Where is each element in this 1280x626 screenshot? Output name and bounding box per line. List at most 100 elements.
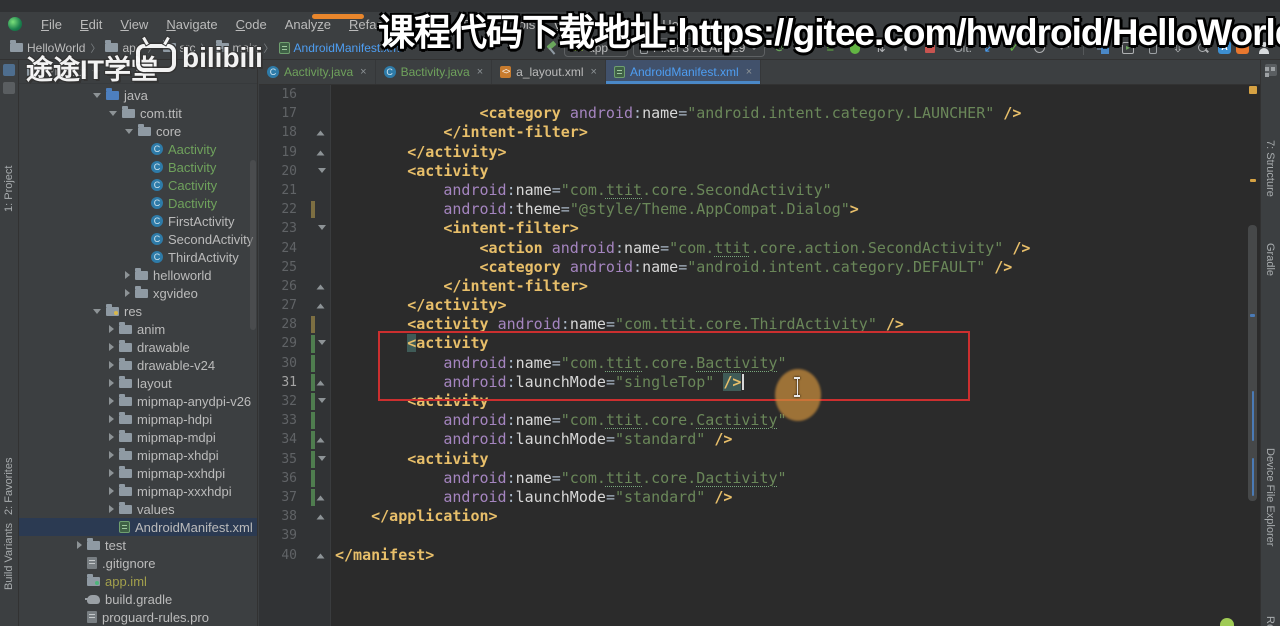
expand-arrow-icon[interactable] (109, 505, 114, 513)
tab-a-layout-xml[interactable]: a_layout.xml × (492, 60, 606, 84)
fold-marker-icon[interactable] (316, 150, 325, 156)
expand-arrow-icon[interactable] (109, 343, 114, 351)
tree-item-res[interactable]: res (19, 302, 257, 320)
menu-code[interactable]: Code (227, 15, 276, 34)
tool-window-button-device-file-explorer[interactable]: Device File Explorer (1264, 448, 1276, 573)
code-line-22[interactable]: 22 android:theme="@style/Theme.AppCompat… (259, 200, 1246, 219)
fold-marker-icon[interactable] (316, 380, 325, 386)
tree-item--gitignore[interactable]: .gitignore (19, 554, 257, 572)
tree-item-aactivity[interactable]: Aactivity (19, 140, 257, 158)
fold-marker-icon[interactable] (318, 398, 326, 403)
close-tab-icon[interactable]: × (746, 66, 752, 78)
code-line-30[interactable]: 30 android:name="com.ttit.core.Bactivity… (259, 354, 1246, 373)
code-editor[interactable]: 16 17 <category android:name="android.int… (259, 85, 1260, 626)
hide-panels-icon[interactable] (1265, 64, 1277, 77)
tree-item-mipmap-mdpi[interactable]: mipmap-mdpi (19, 428, 257, 446)
tree-item-com-ttit[interactable]: com.ttit (19, 104, 257, 122)
menu-navigate[interactable]: Navigate (157, 15, 226, 34)
code-line-31[interactable]: 31 android:launchMode="singleTop" /> (259, 372, 1246, 392)
expand-arrow-icon[interactable] (109, 451, 114, 459)
tree-item-mipmap-xhdpi[interactable]: mipmap-xhdpi (19, 446, 257, 464)
fold-marker-icon[interactable] (318, 340, 326, 346)
menu-file[interactable]: File (32, 15, 71, 34)
tree-item-drawable-v24[interactable]: drawable-v24 (19, 356, 257, 374)
tree-item-core[interactable]: core (19, 122, 257, 140)
project-tool-icon[interactable] (3, 64, 15, 76)
expand-arrow-icon[interactable] (109, 415, 114, 423)
expand-arrow-icon[interactable] (109, 325, 114, 333)
tree-item-build-gradle[interactable]: build.gradle (19, 590, 257, 608)
code-line-23[interactable]: 23 <intent-filter> (259, 219, 1246, 238)
code-line-33[interactable]: 33 android:name="com.ttit.core.Cactivity… (259, 411, 1246, 430)
expand-arrow-icon[interactable] (109, 110, 117, 116)
tool-window-button-build-variants[interactable]: Build Variants (3, 500, 15, 590)
tree-item-values[interactable]: values (19, 500, 257, 518)
fold-marker-icon[interactable] (318, 225, 326, 231)
code-line-19[interactable]: 19 </activity> (259, 143, 1246, 162)
code-line-34[interactable]: 34 android:launchMode="standard" /> (259, 430, 1246, 449)
tree-item-androidmanifest-xml[interactable]: AndroidManifest.xml (19, 518, 257, 536)
close-tab-icon[interactable]: × (591, 66, 597, 78)
code-line-26[interactable]: 26 </intent-filter> (259, 277, 1246, 296)
code-line-40[interactable]: 40 </manifest> (259, 546, 1246, 565)
tree-item-drawable[interactable]: drawable (19, 338, 257, 356)
tool-window-button-7-structure[interactable]: 7: Structure (1264, 140, 1276, 230)
editor-scrollbar[interactable] (1247, 85, 1259, 626)
tool-window-icon[interactable] (3, 82, 15, 94)
code-line-32[interactable]: 32 <activity (259, 392, 1246, 411)
tree-item-dactivity[interactable]: Dactivity (19, 194, 257, 212)
tab-bactivity-java[interactable]: Bactivity.java × (376, 60, 493, 84)
expand-arrow-icon[interactable] (125, 128, 133, 134)
code-line-35[interactable]: 35 <activity (259, 450, 1246, 469)
expand-arrow-icon[interactable] (109, 487, 114, 495)
expand-arrow-icon[interactable] (125, 271, 130, 279)
code-line-28[interactable]: 28 <activity android:name="com.ttit.core… (259, 315, 1246, 334)
fold-marker-icon[interactable] (318, 167, 326, 173)
code-line-27[interactable]: 27 </activity> (259, 296, 1246, 315)
expand-arrow-icon[interactable] (125, 289, 130, 297)
code-line-18[interactable]: 18 </intent-filter> (259, 123, 1246, 142)
tree-item-mipmap-anydpi-v26[interactable]: mipmap-anydpi-v26 (19, 392, 257, 410)
tab-aactivity-java[interactable]: Aactivity.java × (259, 60, 376, 84)
code-line-39[interactable]: 39 (259, 526, 1246, 545)
tool-window-button-resource-manager[interactable]: Resource Manager (1264, 616, 1276, 626)
code-line-36[interactable]: 36 android:name="com.ttit.core.Dactivity… (259, 469, 1246, 488)
tool-window-button-gradle[interactable]: Gradle (1264, 243, 1276, 303)
tool-window-button-1-project[interactable]: 1: Project (3, 142, 15, 212)
tree-item-firstactivity[interactable]: FirstActivity (19, 212, 257, 230)
tree-item-helloworld[interactable]: helloworld (19, 266, 257, 284)
project-scrollbar[interactable] (250, 160, 256, 330)
code-line-38[interactable]: 38 </application> (259, 507, 1246, 526)
tree-item-thirdactivity[interactable]: ThirdActivity (19, 248, 257, 266)
code-line-16[interactable]: 16 (259, 85, 1246, 104)
code-line-37[interactable]: 37 android:launchMode="standard" /> (259, 488, 1246, 507)
fold-marker-icon[interactable] (316, 284, 325, 290)
code-line-17[interactable]: 17 <category android:name="android.inten… (259, 104, 1246, 123)
code-area[interactable]: 16 17 <category android:name="android.int… (259, 85, 1246, 565)
expand-arrow-icon[interactable] (109, 469, 114, 477)
tree-item-proguard-rules-pro[interactable]: proguard-rules.pro (19, 608, 257, 626)
expand-arrow-icon[interactable] (77, 541, 82, 549)
tree-item-secondactivity[interactable]: SecondActivity (19, 230, 257, 248)
expand-arrow-icon[interactable] (109, 433, 114, 441)
fold-marker-icon[interactable] (316, 303, 325, 309)
code-line-20[interactable]: 20 <activity (259, 162, 1246, 181)
tool-window-button-layout-captures[interactable]: Layout Captures (3, 610, 15, 626)
expand-arrow-icon[interactable] (93, 308, 101, 314)
tree-item-java[interactable]: java (19, 86, 257, 104)
expand-arrow-icon[interactable] (93, 92, 101, 98)
tree-item-mipmap-xxxhdpi[interactable]: mipmap-xxxhdpi (19, 482, 257, 500)
code-line-21[interactable]: 21 android:name="com.ttit.core.SecondAct… (259, 181, 1246, 200)
code-line-29[interactable]: 29 <activity (259, 334, 1246, 353)
menu-view[interactable]: View (111, 15, 157, 34)
fold-marker-icon[interactable] (316, 130, 325, 136)
tree-item-mipmap-hdpi[interactable]: mipmap-hdpi (19, 410, 257, 428)
tab-androidmanifest-xml[interactable]: AndroidManifest.xml × (605, 60, 762, 84)
menu-edit[interactable]: Edit (71, 15, 111, 34)
tree-item-app-iml[interactable]: app.iml (19, 572, 257, 590)
expand-arrow-icon[interactable] (109, 397, 114, 405)
expand-arrow-icon[interactable] (109, 379, 114, 387)
fold-marker-icon[interactable] (316, 514, 325, 520)
tree-item-bactivity[interactable]: Bactivity (19, 158, 257, 176)
fold-marker-icon[interactable] (318, 455, 326, 461)
